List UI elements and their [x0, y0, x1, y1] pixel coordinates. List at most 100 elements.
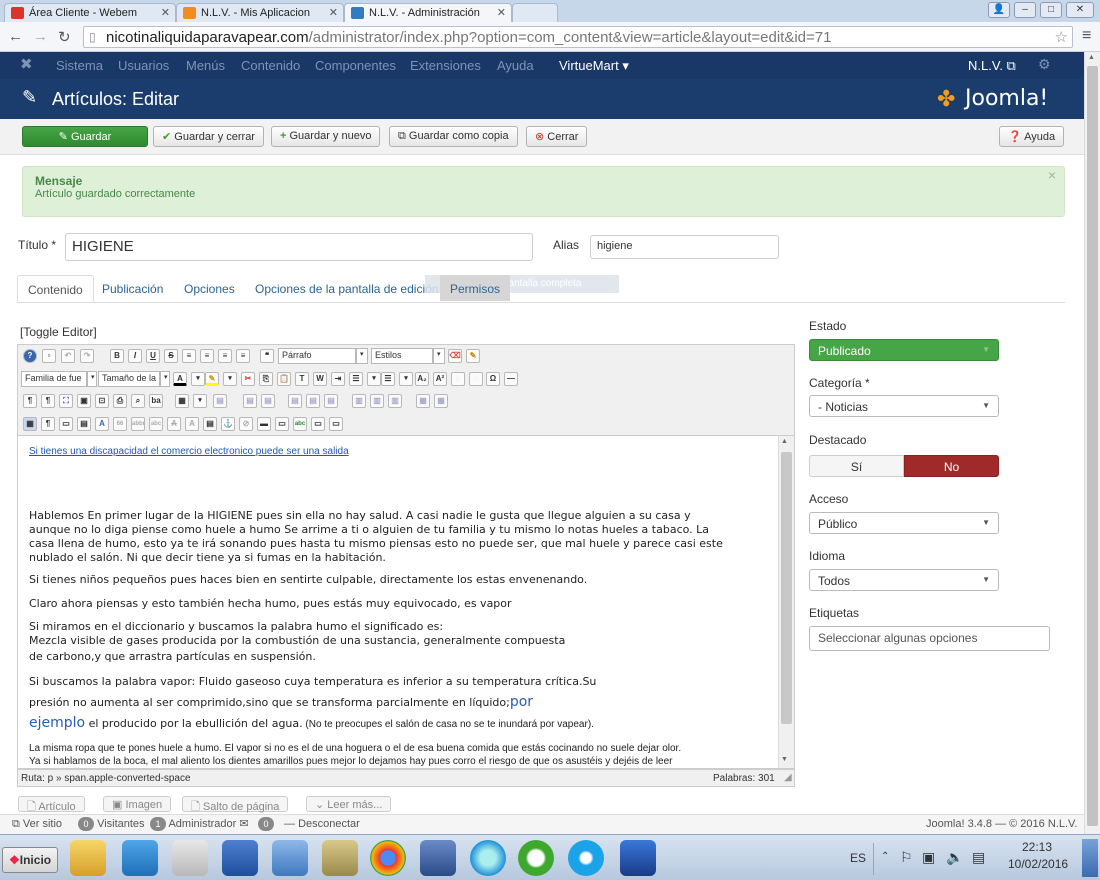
menu-sistema[interactable]: Sistema	[56, 58, 103, 73]
etiquetas-input[interactable]: Seleccionar algunas opciones	[809, 626, 1050, 651]
text-color-dropdown-icon[interactable]: ▾	[191, 372, 205, 386]
row-tool-icon[interactable]: ▤	[324, 394, 338, 408]
camera-icon[interactable]	[322, 840, 358, 876]
read-more-button[interactable]: ⌄ Leer más...	[306, 796, 392, 812]
paste-icon[interactable]: 📋	[277, 372, 291, 386]
view-site-link[interactable]: ⧉ Ver sitio	[12, 818, 62, 831]
idioma-select[interactable]: Todos ▼	[809, 569, 999, 591]
show-blocks-icon[interactable]: ¶	[41, 417, 55, 431]
indent-icon[interactable]: ⇥	[331, 372, 345, 386]
pagebreak-icon[interactable]: ▭	[275, 417, 289, 431]
fullscreen-icon[interactable]: ⛶	[59, 394, 73, 408]
menu-ayuda[interactable]: Ayuda	[497, 58, 534, 73]
editor-content-area[interactable]: Si tienes una discapacidad el comercio e…	[17, 436, 795, 769]
menu-contenido[interactable]: Contenido	[241, 58, 300, 73]
column-tool-icon[interactable]: ▥	[352, 394, 366, 408]
page-scroll-thumb[interactable]	[1087, 66, 1098, 826]
new-document-icon[interactable]: ▫	[42, 349, 56, 363]
scroll-up-icon[interactable]: ▲	[1088, 54, 1095, 61]
new-tab-button[interactable]	[512, 3, 558, 22]
destacado-no-button[interactable]: No	[904, 455, 999, 477]
font-family-select[interactable]: Familia de fue	[21, 371, 87, 387]
strikethrough-icon[interactable]: S	[164, 349, 178, 363]
file-explorer-icon[interactable]	[70, 840, 106, 876]
acceso-select[interactable]: Público ▼	[809, 512, 999, 534]
outlook-icon[interactable]	[122, 840, 158, 876]
format-dropdown-icon[interactable]: ▾	[356, 348, 368, 364]
utorrent-icon[interactable]	[518, 840, 554, 876]
row-tool-icon[interactable]: ▤	[243, 394, 257, 408]
insert-image-button[interactable]: ▣ Imagen	[103, 796, 172, 812]
menu-extensiones[interactable]: Extensiones	[410, 58, 481, 73]
help-button[interactable]: ❓ Ayuda	[999, 126, 1065, 147]
insert-layer-icon[interactable]: ▭	[59, 417, 73, 431]
pilcrow-icon[interactable]: ¶	[23, 394, 37, 408]
clock-time[interactable]: 22:13	[1022, 840, 1052, 854]
help-editor-icon[interactable]: ?	[23, 349, 37, 363]
back-icon[interactable]: ←	[8, 28, 23, 45]
bold-icon[interactable]: B	[110, 349, 124, 363]
menu-menus[interactable]: Menús	[186, 58, 225, 73]
volume-icon[interactable]: 🔈	[946, 849, 963, 866]
preview-icon[interactable]: ⊡	[95, 394, 109, 408]
horizontal-rule-icon[interactable]: —	[504, 372, 518, 386]
superscript-icon[interactable]: A²	[433, 372, 447, 386]
number-list-dropdown-icon[interactable]: ▾	[399, 372, 413, 386]
reload-icon[interactable]: ↻	[58, 28, 71, 46]
editor-scroll-thumb[interactable]	[781, 452, 792, 724]
spellchecker-icon[interactable]: abc	[293, 417, 307, 431]
special-char-icon[interactable]: Ω	[486, 372, 500, 386]
blockquote-icon[interactable]: ❝	[260, 349, 274, 363]
save-button[interactable]: ✎ Guardar	[22, 126, 148, 147]
row-tool-icon[interactable]: ▤	[261, 394, 275, 408]
unlink-icon[interactable]: ⊘	[239, 417, 253, 431]
cut-icon[interactable]: ✂	[241, 372, 255, 386]
profile-icon[interactable]: 👤	[988, 2, 1010, 18]
tab-opciones-pantalla[interactable]: Opciones de la pantalla de edición	[245, 275, 448, 302]
editor-link[interactable]: Si tienes una discapacidad el comercio e…	[29, 445, 349, 459]
disabled-tool-icon[interactable]: ◌	[469, 372, 483, 386]
minimize-window-button[interactable]: –	[1014, 2, 1036, 18]
chrome-icon[interactable]	[370, 840, 406, 876]
bullet-list-dropdown-icon[interactable]: ▾	[367, 372, 381, 386]
page-scrollbar[interactable]: ▲	[1084, 52, 1100, 834]
tools-icon[interactable]	[172, 840, 208, 876]
template-icon[interactable]: ▤	[203, 417, 217, 431]
subscript-icon[interactable]: A₂	[415, 372, 429, 386]
menu-virtuemart[interactable]: VirtueMart ▾	[559, 58, 629, 74]
categoria-select[interactable]: - Noticias ▼	[809, 395, 999, 417]
cite-icon[interactable]: 66	[113, 417, 127, 431]
media-icon[interactable]: ▤	[77, 417, 91, 431]
number-list-icon[interactable]: ☰	[381, 372, 395, 386]
browser-tab-aplicaciones[interactable]: N.L.V. - Mis Aplicacion ✕	[176, 3, 344, 22]
visual-aid-icon[interactable]: ▦	[23, 417, 37, 431]
rtl-icon[interactable]: ¶	[41, 394, 55, 408]
word-icon[interactable]	[222, 840, 258, 876]
admins-status[interactable]: 1 Administrador ✉	[150, 817, 249, 832]
skype-icon[interactable]	[568, 840, 604, 876]
code-view-icon[interactable]: ▭	[329, 417, 343, 431]
editor-scrollbar[interactable]: ▲ ▼	[778, 436, 794, 768]
joomla-menu-icon[interactable]: ✖	[20, 55, 33, 73]
browser-tab-webempresa[interactable]: Área Cliente - Webem ✕	[4, 3, 176, 22]
disabled-tool-icon[interactable]: ◌	[451, 372, 465, 386]
merge-tool-icon[interactable]: ▦	[434, 394, 448, 408]
visitors-status[interactable]: 0 Visitantes	[78, 817, 145, 831]
start-button[interactable]: ❖Inicio	[2, 847, 58, 873]
save-close-button[interactable]: ✔ Guardar y cerrar	[153, 126, 264, 147]
format-select[interactable]: Párrafo	[278, 348, 356, 364]
tab-permisos[interactable]: Permisos	[440, 275, 511, 301]
highlight-icon[interactable]: ✎	[205, 372, 219, 386]
close-tab-icon[interactable]: ✕	[329, 6, 338, 19]
internet-explorer-icon[interactable]	[470, 840, 506, 876]
messages-status[interactable]: 0	[258, 817, 274, 831]
clock-date[interactable]: 10/02/2016	[1008, 857, 1068, 871]
spellcheck-icon[interactable]: A	[95, 417, 109, 431]
alias-input[interactable]: higiene	[590, 235, 779, 259]
insert-article-button[interactable]: 🗋 Artículo	[18, 796, 85, 813]
resize-handle-icon[interactable]: ◢	[784, 772, 792, 783]
column-tool-icon[interactable]: ▥	[370, 394, 384, 408]
row-tool-icon[interactable]: ▤	[288, 394, 302, 408]
close-message-icon[interactable]: ×	[1048, 167, 1056, 183]
image-insert-icon[interactable]: ▣	[77, 394, 91, 408]
